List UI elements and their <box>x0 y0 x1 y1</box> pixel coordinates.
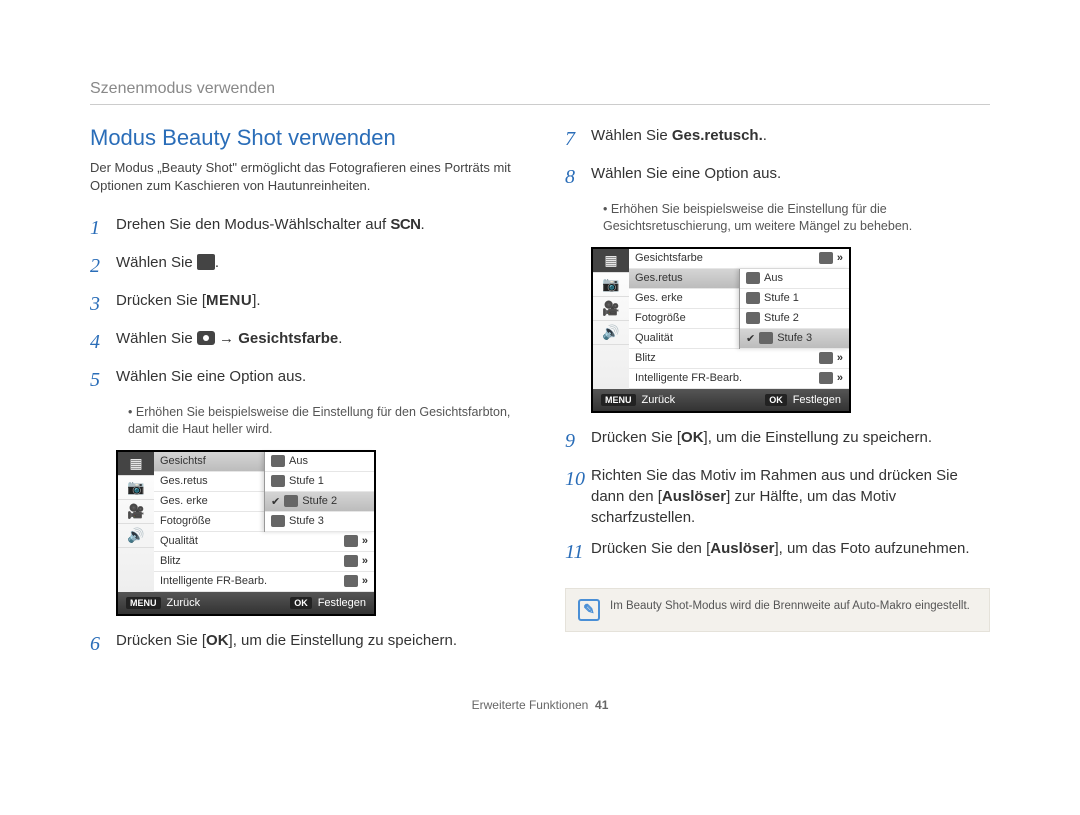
popup-row: Stufe 3 <box>265 512 374 532</box>
step-8-text: Wählen Sie eine Option aus. <box>591 163 990 191</box>
menu-key-back-icon: MENU <box>126 597 161 609</box>
step-5-sub: Erhöhen Sie beispielsweise die Einstellu… <box>128 404 515 438</box>
camera-menu-screenshot-2: ▦ 📷 🎥 🔊 Gesichtsfarbe» Ges.retus▸ Ges. e… <box>591 247 851 413</box>
menu-row: Intelligente FR-Bearb.» <box>154 572 374 592</box>
menu-button-icon: MENU <box>206 290 252 311</box>
step-number-3: 3 <box>90 290 116 318</box>
menu-key-ok-icon: OK <box>765 394 787 406</box>
step-2-text: Wählen Sie . <box>116 252 515 280</box>
menu-row: Qualität» <box>154 532 374 552</box>
menu-key-ok-icon: OK <box>290 597 312 609</box>
popup-row: Stufe 1 <box>265 472 374 492</box>
step-number-5: 5 <box>90 366 116 394</box>
menu-footer-back: Zurück <box>167 597 201 609</box>
menu-tab-sound-icon: 🔊 <box>593 321 629 345</box>
step-6-text: Drücken Sie [OK], um die Einstellung zu … <box>116 630 515 658</box>
ok-button-icon: OK <box>206 630 229 651</box>
menu-tab-scene-icon: ▦ <box>118 452 154 476</box>
step-11-text: Drücken Sie den [Auslöser], um das Foto … <box>591 538 990 566</box>
menu-footer-set: Festlegen <box>793 394 841 406</box>
menu-tab-video-icon: 🎥 <box>593 297 629 321</box>
info-icon: ✎ <box>578 599 600 621</box>
note-box: ✎ Im Beauty Shot-Modus wird die Brennwei… <box>565 588 990 632</box>
step-1-text: Drehen Sie den Modus-Wählschalter auf SC… <box>116 214 515 242</box>
menu-row: Gesichtsfarbe» <box>629 249 849 269</box>
step-3-text: Drücken Sie [MENU]. <box>116 290 515 318</box>
menu-tab-sound-icon: 🔊 <box>118 524 154 548</box>
step-number-7: 7 <box>565 125 591 153</box>
step-number-1: 1 <box>90 214 116 242</box>
step-4-text: Wählen Sie → Gesichtsfarbe. <box>116 328 515 356</box>
section-heading: Modus Beauty Shot verwenden <box>90 125 515 151</box>
menu-row: Blitz» <box>154 552 374 572</box>
step-number-11: 11 <box>565 538 591 566</box>
step-5-text: Wählen Sie eine Option aus. <box>116 366 515 394</box>
right-column: 7 Wählen Sie Ges.retusch.. 8 Wählen Sie … <box>565 125 990 668</box>
step-number-6: 6 <box>90 630 116 658</box>
menu-footer-back: Zurück <box>642 394 676 406</box>
step-8-sub: Erhöhen Sie beispielsweise die Einstellu… <box>603 201 990 235</box>
popup-row: Aus <box>265 452 374 472</box>
popup-row: Stufe 1 <box>740 289 849 309</box>
step-number-2: 2 <box>90 252 116 280</box>
menu-popup: Aus Stufe 1 Stufe 2 ✔ Stufe 3 <box>739 269 849 349</box>
menu-footer-set: Festlegen <box>318 597 366 609</box>
menu-tab-video-icon: 🎥 <box>118 500 154 524</box>
step-10-text: Richten Sie das Motiv im Rahmen aus und … <box>591 465 990 528</box>
page-footer: Erweiterte Funktionen 41 <box>90 698 990 712</box>
popup-row: Stufe 2 <box>740 309 849 329</box>
scn-mode-icon: SCN <box>390 214 420 235</box>
left-column: Modus Beauty Shot verwenden Der Modus „B… <box>90 125 515 668</box>
page-number: 41 <box>595 698 608 712</box>
note-text: Im Beauty Shot-Modus wird die Brennweite… <box>610 599 970 615</box>
step-number-4: 4 <box>90 328 116 356</box>
step-9-text: Drücken Sie [OK], um die Einstellung zu … <box>591 427 990 455</box>
menu-row: Blitz» <box>629 349 849 369</box>
popup-row-selected: ✔ Stufe 3 <box>740 329 849 349</box>
intro-text: Der Modus „Beauty Shot" ermöglicht das F… <box>90 159 515 194</box>
camera-menu-screenshot-1: ▦ 📷 🎥 🔊 Gesichtsf▸ Ges.retus Ges. erke F… <box>116 450 376 616</box>
step-number-10: 10 <box>565 465 591 528</box>
menu-popup: Aus Stufe 1 ✔ Stufe 2 Stufe 3 <box>264 452 374 532</box>
popup-row: Aus <box>740 269 849 289</box>
menu-tab-camera-icon: 📷 <box>593 273 629 297</box>
step-7-text: Wählen Sie Ges.retusch.. <box>591 125 990 153</box>
menu-tab-camera-icon: 📷 <box>118 476 154 500</box>
camera-icon <box>197 331 215 345</box>
ok-button-icon: OK <box>681 427 704 448</box>
breadcrumb: Szenenmodus verwenden <box>90 80 990 105</box>
beauty-mode-icon <box>197 254 215 270</box>
menu-tab-scene-icon: ▦ <box>593 249 629 273</box>
step-number-8: 8 <box>565 163 591 191</box>
menu-row: Intelligente FR-Bearb.» <box>629 369 849 389</box>
step-number-9: 9 <box>565 427 591 455</box>
popup-row-selected: ✔ Stufe 2 <box>265 492 374 512</box>
menu-key-back-icon: MENU <box>601 394 636 406</box>
